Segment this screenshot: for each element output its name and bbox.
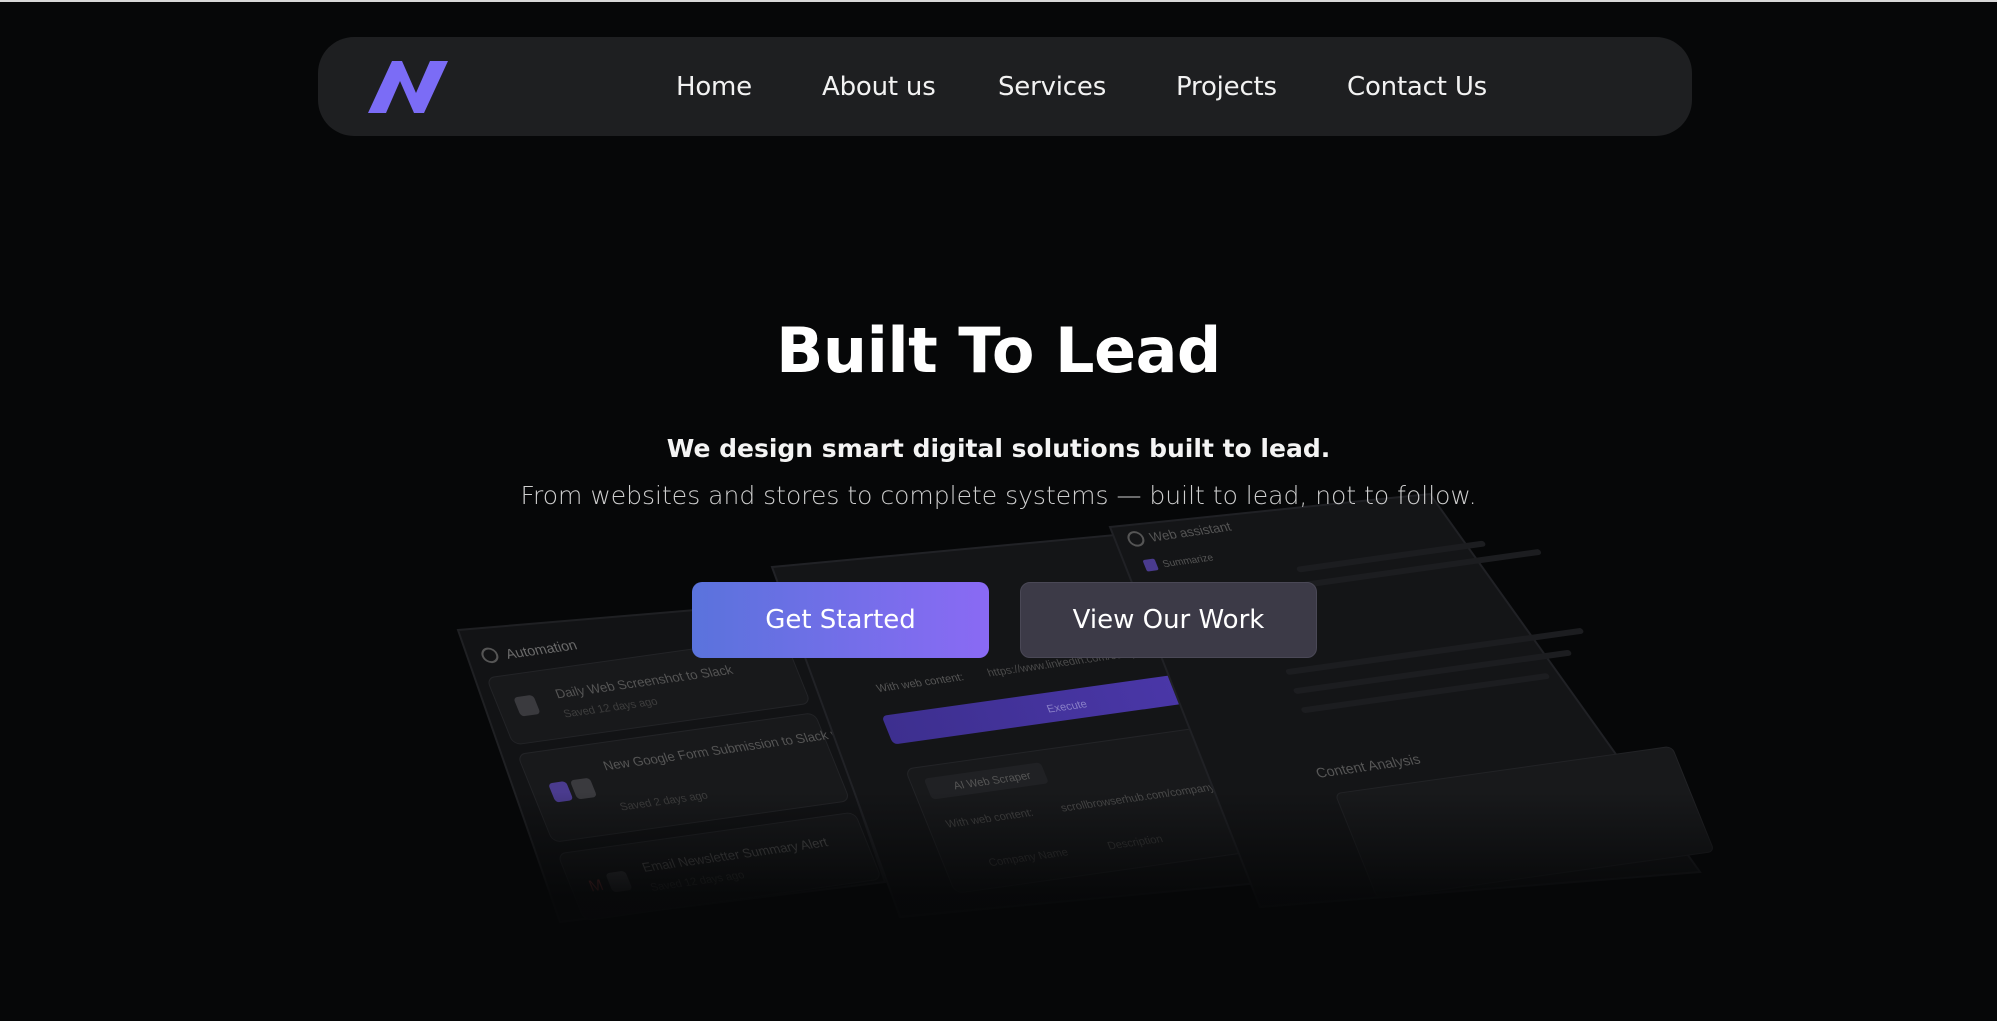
nav-about-us[interactable]: About us [822,72,936,102]
nav-home[interactable]: Home [676,72,752,102]
placeholder-line [1293,649,1572,694]
hero-description: From websites and stores to complete sys… [520,481,1477,510]
content-analysis-label: Content Analysis [1314,752,1423,782]
assistant-icon [1127,531,1145,547]
navbar: Home About us Services Projects Contact … [318,37,1692,136]
automation-item-name: New Google Form Submission to Slack with… [601,714,926,773]
n-logo-icon[interactable] [366,57,450,115]
get-started-button[interactable]: Get Started [692,582,989,658]
execute-label: Execute [1045,699,1089,716]
automation-icon [481,647,499,664]
hero-title: Built To Lead [776,314,1221,387]
web-assistant-title: Web assistant [1147,519,1234,544]
app-icon [514,695,540,717]
nav-contact-us[interactable]: Contact Us [1347,72,1487,102]
placeholder-line [1301,673,1550,713]
nav-services[interactable]: Services [998,72,1106,102]
view-our-work-button[interactable]: View Our Work [1020,582,1317,658]
summarize-tag: Summarize [1161,553,1216,570]
web-content-label: With web content: [875,672,966,695]
landing-page: Automation Daily Web Screenshot to Slack… [0,0,1997,1021]
scraper-label: AI Web Scraper [952,770,1033,792]
automation-item-name: Daily Web Screenshot to Slack [553,662,735,701]
automation-item-meta: Saved 12 days ago [562,696,660,720]
bottom-fade [0,792,1997,1021]
summarize-tag-icon [1143,558,1159,572]
placeholder-line [1285,628,1584,675]
placeholder-line [1296,540,1486,573]
automation-panel-title: Automation [503,638,579,663]
placeholder-line [1302,549,1542,588]
execute-bar [883,674,1189,744]
nav-projects[interactable]: Projects [1176,72,1277,102]
hero-subtitle: We design smart digital solutions built … [666,434,1331,463]
